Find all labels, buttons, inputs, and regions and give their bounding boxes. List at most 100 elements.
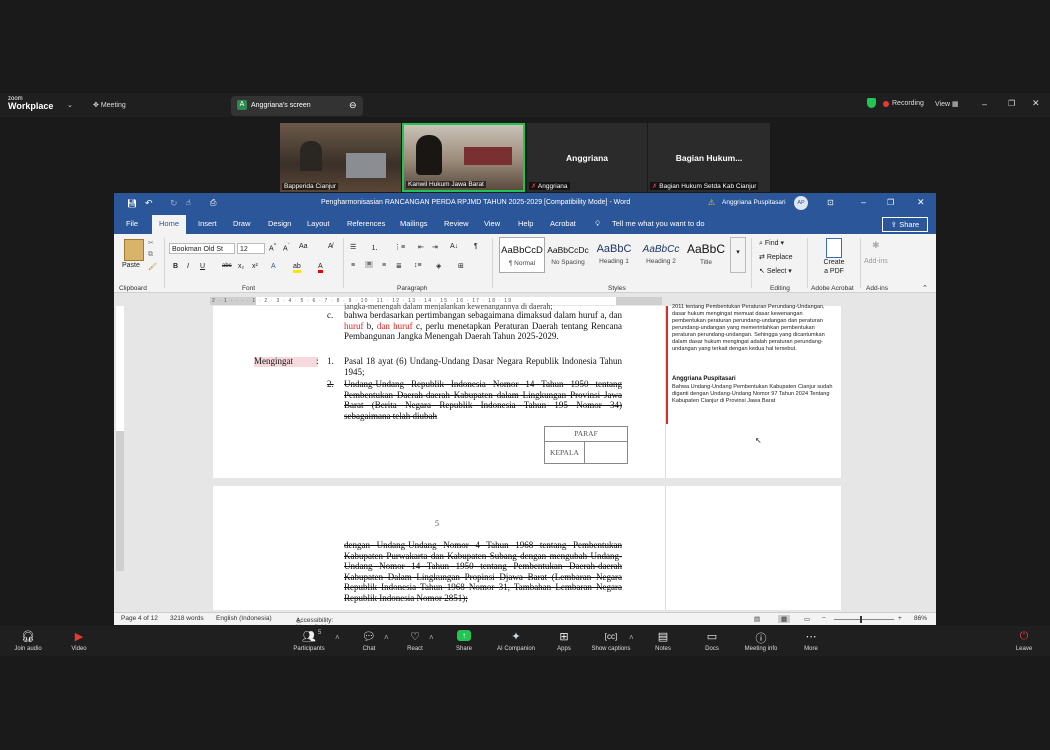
decrease-indent-icon[interactable]: ⇤ (418, 243, 424, 251)
underline-icon[interactable]: U (200, 263, 205, 270)
font-color-icon[interactable]: A (318, 263, 323, 273)
print-layout-icon[interactable]: ▦ (778, 615, 791, 623)
tab-file[interactable]: File (126, 219, 138, 228)
create-pdf-icon[interactable] (826, 238, 842, 258)
zoom-out-icon[interactable]: − (822, 615, 826, 622)
align-left-icon[interactable]: ≡ (351, 262, 355, 269)
copy-icon[interactable]: ⧉ (148, 251, 153, 259)
font-name-select[interactable]: Bookman Old St (169, 243, 235, 254)
video-label[interactable]: Video (54, 646, 104, 652)
leave-label[interactable]: Leave (999, 646, 1049, 652)
find-button[interactable]: ⌕ Find ▾ (759, 239, 784, 248)
align-center-icon[interactable]: ≡ (365, 261, 374, 268)
undo-icon[interactable]: ↶ (145, 198, 153, 209)
tab-help[interactable]: Help (518, 219, 533, 228)
chevron-up-icon[interactable]: ˄ (384, 633, 389, 642)
document-page-4[interactable]: jangka-menengah dalam menjalankan kewena… (213, 302, 665, 478)
style-normal[interactable]: AaBbCcD ¶ Normal (499, 237, 545, 273)
tab-references[interactable]: References (347, 219, 385, 228)
change-case-icon[interactable]: Aa (299, 243, 308, 250)
video-off-icon[interactable]: ▶︎ (54, 630, 104, 643)
read-mode-icon[interactable]: ▤ (754, 615, 760, 623)
zoom-slider-thumb[interactable] (860, 616, 862, 623)
text-effects-icon[interactable]: A (271, 263, 276, 270)
clear-format-icon[interactable]: A̸ (328, 243, 333, 250)
tab-view[interactable]: View (484, 219, 500, 228)
react-label[interactable]: React (390, 646, 440, 652)
style-heading-1[interactable]: AaBbC Heading 1 (592, 237, 636, 271)
strikethrough-icon[interactable]: abc (222, 263, 232, 269)
increase-indent-icon[interactable]: ⇥ (432, 243, 438, 251)
chevron-down-icon[interactable]: ⌄ (67, 101, 73, 109)
close-icon[interactable]: ✕ (917, 197, 925, 208)
line-spacing-icon[interactable]: ↕≡ (414, 262, 422, 269)
notes-label[interactable]: Notes (638, 646, 688, 652)
redo-icon[interactable]: ↻ (170, 198, 178, 209)
ai-companion-label[interactable]: AI Companion (491, 646, 541, 652)
addins-icon[interactable]: ✱ (872, 240, 880, 251)
shading-icon[interactable]: ◈ (436, 262, 441, 270)
share-button[interactable]: ⇪ Share (882, 217, 928, 232)
video-tile-bagian-hukum[interactable]: Bagian Hukum... ✗ Bagian Hukum Setda Kab… (648, 123, 770, 192)
more-options-icon[interactable]: ⊖ (349, 100, 357, 111)
recording-label[interactable]: Recording (892, 100, 924, 107)
addins-button[interactable]: Add-ins (864, 258, 888, 265)
touch-mode-icon[interactable]: ☝ (186, 198, 191, 207)
style-no-spacing[interactable]: AaBbCcDc No Spacing (546, 237, 590, 271)
paste-label[interactable]: Paste (122, 262, 140, 269)
numbering-icon[interactable]: ⒈ (371, 243, 378, 253)
notes-icon[interactable]: ▤ (638, 630, 688, 643)
justify-icon[interactable]: ≣ (396, 262, 402, 270)
style-heading-2[interactable]: AaBbCc Heading 2 (638, 237, 684, 271)
comment-1-text[interactable]: 2011 tentang Pembentukan Peraturan Perun… (672, 304, 834, 353)
apps-icon[interactable]: ⊞ (539, 630, 589, 643)
superscript-icon[interactable]: x² (252, 263, 258, 270)
join-audio-label[interactable]: Join audio (3, 646, 53, 652)
collapse-ribbon-icon[interactable]: ⌃ (922, 284, 928, 292)
bullets-icon[interactable]: ☰ (350, 243, 356, 251)
close-icon[interactable]: ✕ (1032, 98, 1040, 109)
video-tile-anggriana[interactable]: Anggriana ✗ Anggriana (527, 123, 647, 192)
ai-companion-icon[interactable]: ✦ (491, 630, 541, 643)
comment-2-text[interactable]: Bahwa Undang-Undang Pembentukan Kabupate… (672, 384, 834, 405)
sort-icon[interactable]: A↓ (450, 243, 458, 250)
shield-icon[interactable] (867, 98, 876, 108)
minimize-icon[interactable]: – (861, 197, 866, 207)
share-tab[interactable]: A Anggriana's screen ⊖ (231, 96, 363, 116)
zoom-in-icon[interactable]: + (898, 615, 902, 622)
video-tile-kanwil[interactable]: Kanwil Hukum Jawa Barat (402, 123, 525, 192)
grow-font-icon[interactable]: A^ (269, 243, 276, 252)
select-button[interactable]: ↖ Select ▾ (759, 267, 792, 275)
headphones-icon[interactable]: 🎧︎ (3, 630, 53, 643)
meeting-menu[interactable]: ✥ Meeting (93, 101, 126, 109)
shrink-font-icon[interactable]: Aˇ (283, 243, 290, 252)
user-avatar[interactable]: AP (794, 196, 808, 210)
cut-icon[interactable]: ✂ (148, 239, 154, 247)
participants-label[interactable]: Participants (284, 646, 334, 652)
tell-me-box[interactable]: Tell me what you want to do (612, 219, 705, 228)
page-count[interactable]: Page 4 of 12 (121, 615, 158, 622)
web-layout-icon[interactable]: ▭ (804, 615, 810, 623)
zoom-level[interactable]: 86% (914, 615, 927, 622)
more-icon[interactable]: ⋯ (786, 630, 836, 643)
leave-icon[interactable]: ⏻ (999, 630, 1049, 643)
multilevel-icon[interactable]: ⋮≡ (394, 243, 405, 251)
chevron-up-icon[interactable]: ˄ (335, 633, 340, 642)
participants-icon[interactable]: 👥︎ (284, 630, 334, 643)
tab-draw[interactable]: Draw (233, 219, 251, 228)
italic-icon[interactable]: I (187, 263, 189, 270)
tab-design[interactable]: Design (268, 219, 291, 228)
style-title[interactable]: AaBbC Title (684, 237, 728, 271)
share-label[interactable]: Share (439, 646, 489, 652)
apps-label[interactable]: Apps (539, 646, 589, 652)
create-pdf-button[interactable]: Create a PDF (822, 258, 846, 276)
tab-review[interactable]: Review (444, 219, 469, 228)
docs-label[interactable]: Docs (687, 646, 737, 652)
captions-label[interactable]: Show captions (586, 646, 636, 652)
quick-print-icon[interactable]: ⎙ (210, 198, 216, 208)
minimize-icon[interactable]: – (982, 99, 987, 109)
language[interactable]: English (Indonesia) (216, 615, 272, 622)
highlight-icon[interactable]: ab (293, 263, 301, 273)
chevron-up-icon[interactable]: ˄ (629, 633, 634, 642)
document-page-5[interactable]: 5 dengan Undang-Undang Nomor 4 Tahun 196… (213, 486, 665, 610)
